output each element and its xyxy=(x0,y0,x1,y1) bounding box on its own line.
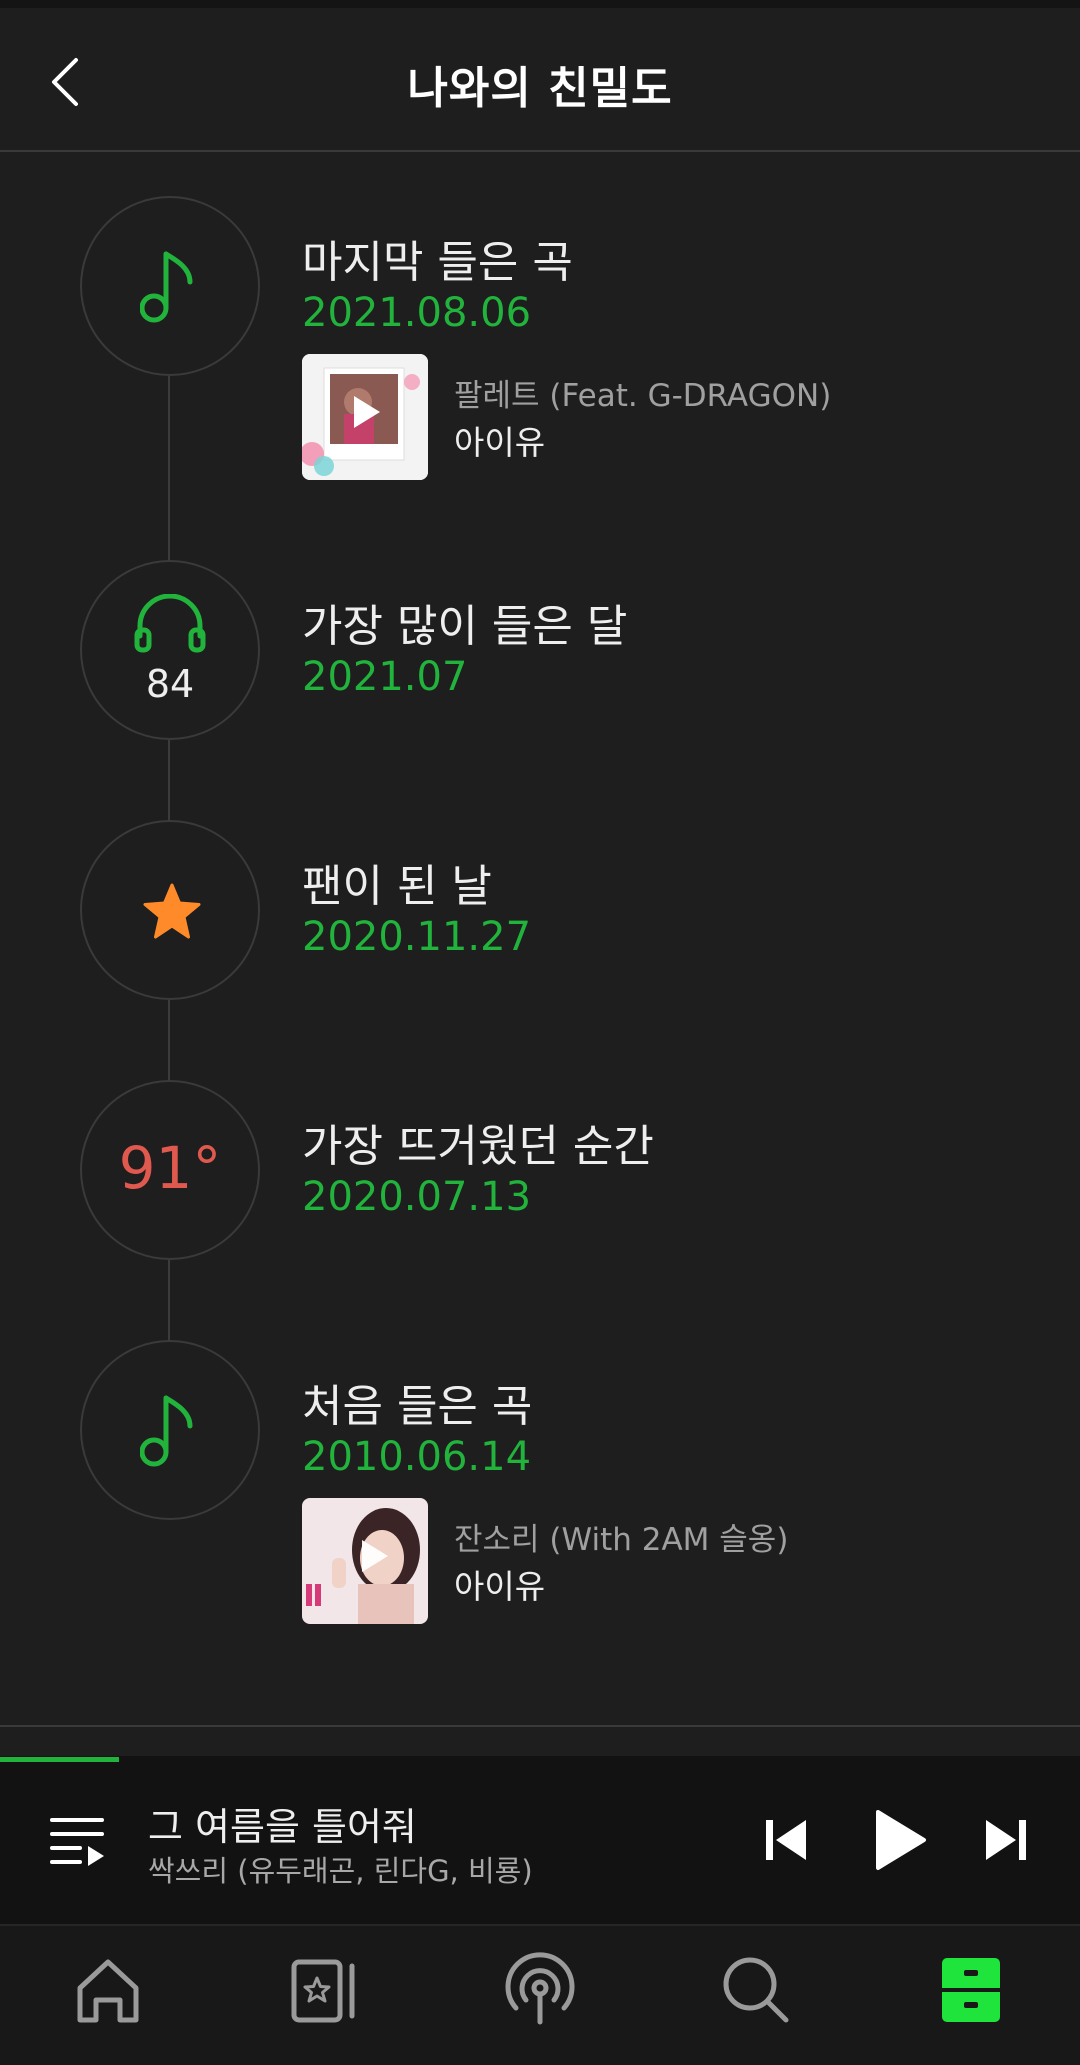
music-note-icon xyxy=(140,251,193,323)
podcast-icon[interactable] xyxy=(500,1950,580,2030)
playlist-icon[interactable] xyxy=(48,1814,108,1868)
mini-player[interactable]: 그 여름을 틀어줘 싹쓰리 (유두래곤, 린다G, 비룡) xyxy=(0,1756,1080,1924)
intimacy-timeline: 마지막 들은 곡 2021.08.06 팔레트 (Feat. G-DRAGON)… xyxy=(0,152,1080,1727)
hottest-moment-badge: 91° xyxy=(80,1080,260,1260)
music-note-icon xyxy=(140,1395,193,1467)
album-art-nagging xyxy=(302,1498,428,1624)
library-icon[interactable] xyxy=(930,1950,1010,2030)
timeline-connector xyxy=(168,1260,170,1352)
first-listened-date: 2010.06.14 xyxy=(302,1434,532,1480)
header: 나와의 친밀도 xyxy=(0,8,1080,152)
playback-progress-bar[interactable] xyxy=(0,1757,119,1762)
most-listened-title: 가장 많이 들은 달 xyxy=(302,601,628,652)
search-icon[interactable] xyxy=(716,1950,796,2030)
first-listened-song[interactable]: 잔소리 (With 2AM 슬옹) 아이유 xyxy=(302,1498,1002,1624)
status-strip xyxy=(0,0,1080,8)
hottest-moment-title: 가장 뜨거웠던 순간 xyxy=(302,1121,654,1172)
timeline-connector xyxy=(168,376,170,570)
now-playing-title[interactable]: 그 여름을 틀어줘 xyxy=(148,1796,417,1851)
previous-track-icon[interactable] xyxy=(762,1816,810,1864)
song-artist: 아이유 xyxy=(454,423,546,462)
home-icon[interactable] xyxy=(68,1950,148,2030)
hottest-moment-date: 2020.07.13 xyxy=(302,1174,532,1220)
last-listened-date: 2021.08.06 xyxy=(302,290,532,336)
next-track-icon[interactable] xyxy=(982,1816,1030,1864)
last-listened-song[interactable]: 팔레트 (Feat. G-DRAGON) 아이유 xyxy=(302,354,1002,480)
song-title: 잔소리 (With 2AM 슬옹) xyxy=(454,1522,789,1558)
last-listened-badge xyxy=(80,196,260,376)
star-icon xyxy=(143,883,201,939)
first-listened-badge xyxy=(80,1340,260,1520)
now-playing-artist[interactable]: 싹쓰리 (유두래곤, 린다G, 비룡) xyxy=(148,1848,533,1890)
song-title: 팔레트 (Feat. G-DRAGON) xyxy=(454,378,832,414)
first-listened-title: 처음 들은 곡 xyxy=(302,1381,533,1432)
most-listened-date: 2021.07 xyxy=(302,654,468,700)
song-artist: 아이유 xyxy=(454,1567,546,1606)
listen-count: 84 xyxy=(145,662,195,706)
player-divider xyxy=(0,1725,1080,1727)
most-listened-badge: 84 xyxy=(80,560,260,740)
my-music-icon[interactable] xyxy=(282,1950,362,2030)
album-art-palette xyxy=(302,354,428,480)
fan-day-title: 팬이 된 날 xyxy=(302,861,492,912)
bottom-navigation xyxy=(0,1924,1080,2065)
last-listened-title: 마지막 들은 곡 xyxy=(302,237,573,288)
temperature-value: 91° xyxy=(118,1134,222,1202)
headphones-icon xyxy=(134,594,206,653)
timeline-connector xyxy=(168,1000,170,1092)
fan-day-badge xyxy=(80,820,260,1000)
timeline-connector xyxy=(168,740,170,832)
page-title: 나와의 친밀도 xyxy=(407,63,673,114)
album-thumbnail[interactable] xyxy=(302,1498,428,1624)
fan-day-date: 2020.11.27 xyxy=(302,914,532,960)
album-thumbnail[interactable] xyxy=(302,354,428,480)
play-icon[interactable] xyxy=(872,1808,928,1872)
